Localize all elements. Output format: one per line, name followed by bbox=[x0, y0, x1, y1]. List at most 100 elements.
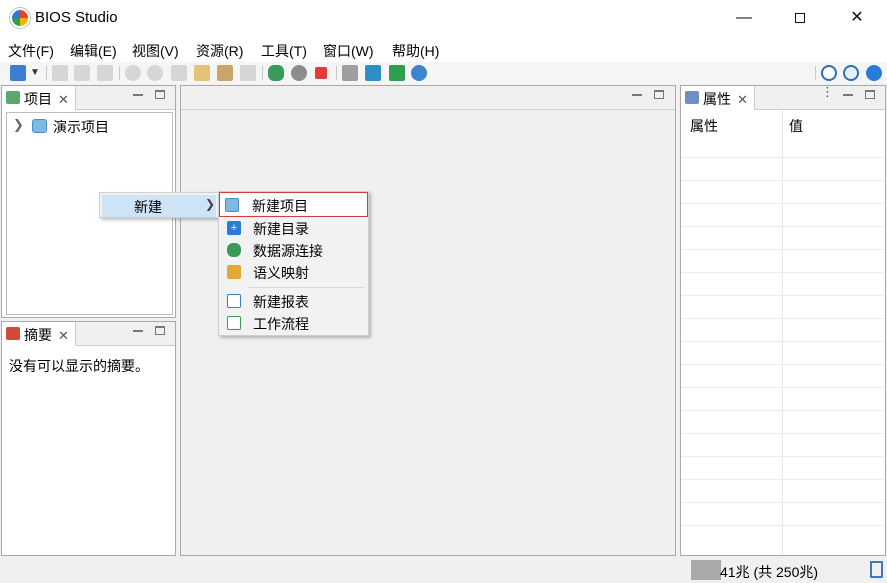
save-all-icon[interactable] bbox=[97, 65, 113, 81]
preview-icon[interactable] bbox=[342, 65, 358, 81]
grid-line bbox=[681, 318, 885, 319]
redo-icon[interactable] bbox=[147, 65, 163, 81]
menu-tools[interactable]: 工具(T) bbox=[261, 41, 307, 61]
menu-item-label: 语义映射 bbox=[253, 265, 309, 281]
panel-maximize-icon[interactable] bbox=[654, 90, 664, 99]
grid-line bbox=[681, 433, 885, 434]
menu-item-new-report[interactable]: 新建报表 bbox=[221, 290, 366, 312]
grid-line bbox=[681, 295, 885, 296]
summary-panel: 摘要 ✕ 没有可以显示的摘要。 bbox=[1, 321, 176, 556]
project-icon bbox=[32, 119, 47, 133]
save-as-icon[interactable] bbox=[74, 65, 90, 81]
tab-properties[interactable]: 属性 ✕ bbox=[681, 86, 755, 110]
panel-minimize-icon[interactable] bbox=[133, 330, 143, 332]
toolbar-separator bbox=[46, 66, 47, 80]
summary-icon bbox=[6, 327, 20, 340]
grid-line bbox=[681, 203, 885, 204]
paste-icon[interactable] bbox=[217, 65, 233, 81]
folder-add-icon: + bbox=[227, 221, 241, 235]
menu-window[interactable]: 窗口(W) bbox=[323, 41, 374, 61]
settings-gear-icon[interactable] bbox=[411, 65, 427, 81]
close-button[interactable]: ✕ bbox=[834, 0, 880, 36]
stop-icon[interactable] bbox=[315, 67, 327, 79]
grid-line bbox=[681, 364, 885, 365]
cut-icon[interactable] bbox=[171, 65, 187, 81]
menu-edit[interactable]: 编辑(E) bbox=[70, 41, 117, 61]
save-icon[interactable] bbox=[52, 65, 68, 81]
grid-line bbox=[681, 157, 885, 158]
menu-item-semantic-mapping[interactable]: 语义映射 bbox=[221, 261, 366, 283]
panel-minimize-icon[interactable] bbox=[632, 94, 642, 96]
semantic-mapping-icon bbox=[227, 265, 241, 279]
menu-help[interactable]: 帮助(H) bbox=[392, 41, 439, 61]
minimize-button[interactable]: — bbox=[721, 0, 767, 36]
tab-projects[interactable]: 项目 ✕ bbox=[2, 86, 76, 110]
find-icon[interactable] bbox=[240, 65, 256, 81]
grid-line bbox=[681, 272, 885, 273]
column-header-property[interactable]: 属性 bbox=[690, 116, 718, 136]
panel-maximize-icon[interactable] bbox=[865, 90, 875, 99]
column-divider bbox=[782, 110, 783, 555]
minimize-icon: — bbox=[736, 9, 752, 26]
toolbar-separator bbox=[815, 66, 816, 80]
copy-icon[interactable] bbox=[194, 65, 210, 81]
new-dropdown-icon[interactable]: ▼ bbox=[30, 65, 40, 81]
properties-panel-header: 属性 ✕ ⋮ bbox=[681, 85, 885, 110]
new-wizard-icon[interactable] bbox=[10, 65, 26, 81]
toolbar-separator bbox=[119, 66, 120, 80]
maximize-button[interactable] bbox=[777, 0, 823, 36]
chevron-right-icon: ❯ bbox=[205, 197, 216, 211]
tab-summary-label: 摘要 bbox=[24, 327, 52, 343]
globe-icon[interactable] bbox=[866, 65, 882, 81]
panel-maximize-icon[interactable] bbox=[155, 326, 165, 335]
properties-icon bbox=[685, 91, 699, 104]
memory-usage-text: 41兆 (共 250兆) bbox=[720, 564, 819, 580]
column-header-value[interactable]: 值 bbox=[789, 116, 803, 136]
panel-maximize-icon[interactable] bbox=[155, 90, 165, 99]
menu-item-label: 新建报表 bbox=[253, 294, 309, 310]
garbage-collect-icon[interactable] bbox=[870, 561, 883, 578]
menu-file[interactable]: 文件(F) bbox=[8, 41, 54, 61]
grid-line bbox=[681, 410, 885, 411]
context-menu: 新建 ❯ bbox=[99, 192, 219, 218]
menu-item-label: 工作流程 bbox=[253, 316, 309, 332]
view-menu-icon[interactable]: ⋮ bbox=[821, 85, 834, 98]
projects-icon bbox=[6, 91, 20, 104]
menu-item-datasource[interactable]: 数据源连接 bbox=[221, 239, 366, 261]
tab-properties-label: 属性 bbox=[703, 91, 731, 107]
menu-item-label: 新建目录 bbox=[253, 221, 309, 237]
menu-item-workflow[interactable]: 工作流程 bbox=[221, 312, 366, 334]
grid-line bbox=[681, 180, 885, 181]
close-tab-icon[interactable]: ✕ bbox=[58, 328, 69, 343]
database-icon[interactable] bbox=[268, 65, 284, 81]
grid-line bbox=[681, 341, 885, 342]
database-connect-icon bbox=[227, 243, 241, 257]
undo-icon[interactable] bbox=[125, 65, 141, 81]
context-menu-new[interactable]: 新建 ❯ bbox=[102, 195, 216, 217]
summary-empty-text: 没有可以显示的摘要。 bbox=[9, 358, 149, 374]
close-tab-icon[interactable]: ✕ bbox=[58, 92, 69, 107]
toolbar-separator bbox=[336, 66, 337, 80]
menu-resource[interactable]: 资源(R) bbox=[196, 41, 243, 61]
panel-minimize-icon[interactable] bbox=[133, 94, 143, 96]
help-icon[interactable] bbox=[821, 65, 837, 81]
report-icon bbox=[227, 294, 241, 308]
grid-line bbox=[681, 525, 885, 526]
grid-line bbox=[681, 479, 885, 480]
grid-line bbox=[681, 456, 885, 457]
deploy-icon[interactable] bbox=[365, 65, 381, 81]
tree-item-label: 演示项目 bbox=[53, 119, 109, 135]
excel-icon[interactable] bbox=[389, 65, 405, 81]
panel-minimize-icon[interactable] bbox=[843, 94, 853, 96]
tab-summary[interactable]: 摘要 ✕ bbox=[2, 322, 76, 346]
perspective-icon[interactable] bbox=[843, 65, 859, 81]
toolbar-separator bbox=[262, 66, 263, 80]
menu-view[interactable]: 视图(V) bbox=[132, 41, 179, 61]
close-tab-icon[interactable]: ✕ bbox=[737, 92, 748, 107]
menu-item-new-folder[interactable]: + 新建目录 bbox=[221, 217, 366, 239]
summary-panel-header: 摘要 ✕ bbox=[2, 322, 175, 346]
chevron-right-icon[interactable]: ❯ bbox=[13, 117, 24, 133]
menu-item-new-project[interactable]: 新建项目 bbox=[219, 192, 368, 217]
status-bar: 41兆 (共 250兆) bbox=[0, 557, 887, 583]
run-icon[interactable] bbox=[291, 65, 307, 81]
